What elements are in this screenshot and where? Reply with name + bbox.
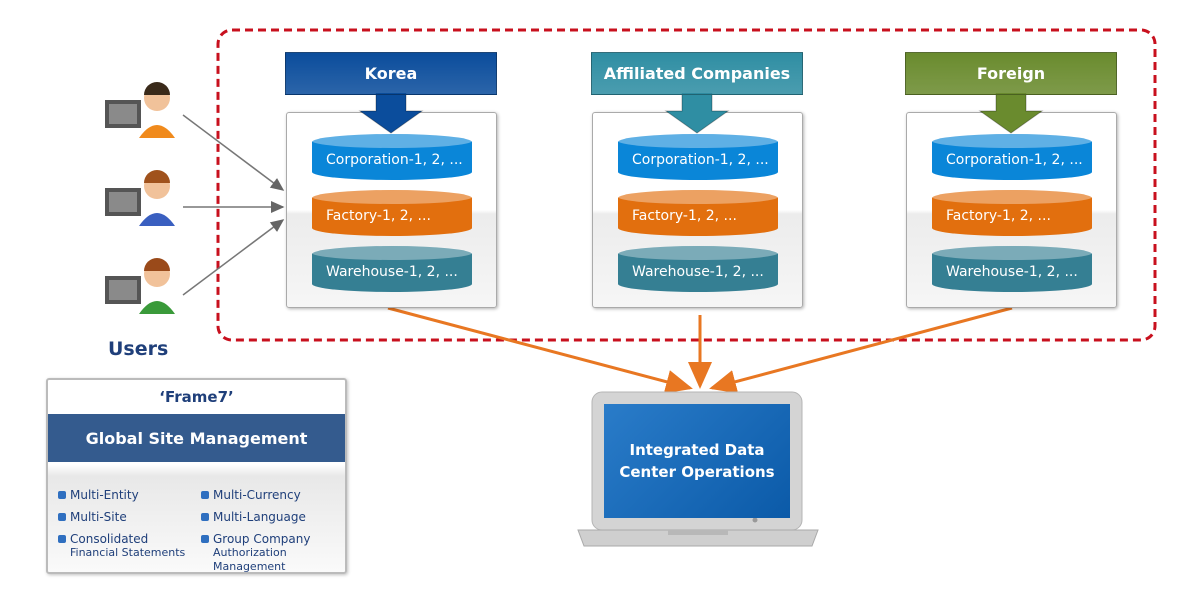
region-header: Korea [285, 52, 497, 95]
cylinder-label: Factory-1, 2, ... [632, 208, 737, 224]
feature-item: Group Company Authorization Management [201, 532, 345, 574]
corporation-cylinder: Corporation-1, 2, ... [618, 134, 778, 180]
feature-item: Multi-Currency [201, 488, 301, 502]
cylinder-label: Factory-1, 2, ... [946, 208, 1051, 224]
cylinder-label: Corporation-1, 2, ... [632, 152, 769, 168]
frame7-panel: ‘Frame7’ Global Site Management Multi-En… [46, 378, 347, 574]
data-center-screen: Integrated Data Center Operations [604, 404, 790, 518]
frame-band: Global Site Management [48, 414, 345, 462]
corporation-cylinder: Corporation-1, 2, ... [312, 134, 472, 180]
cylinder-label: Warehouse-1, 2, ... [946, 264, 1078, 280]
cylinder-label: Factory-1, 2, ... [326, 208, 431, 224]
warehouse-cylinder: Warehouse-1, 2, ... [312, 246, 472, 292]
warehouse-cylinder: Warehouse-1, 2, ... [618, 246, 778, 292]
region-panel: Corporation-1, 2, ... Factory-1, 2, ... Wa… [906, 112, 1117, 308]
feature-item: Multi-Language [201, 510, 306, 524]
corporation-cylinder: Corporation-1, 2, ... [932, 134, 1092, 180]
feature-item: Multi-Site [58, 510, 127, 524]
region-header: Affiliated Companies [591, 52, 803, 95]
cylinder-label: Corporation-1, 2, ... [946, 152, 1083, 168]
down-arrow-icon [978, 93, 1044, 134]
feature-item: Consolidated Financial Statements [58, 532, 185, 560]
users-label: Users [108, 338, 169, 360]
factory-cylinder: Factory-1, 2, ... [618, 190, 778, 236]
factory-cylinder: Factory-1, 2, ... [932, 190, 1092, 236]
factory-cylinder: Factory-1, 2, ... [312, 190, 472, 236]
cylinder-label: Warehouse-1, 2, ... [632, 264, 764, 280]
region-panel: Corporation-1, 2, ... Factory-1, 2, ... Wa… [286, 112, 497, 308]
down-arrow-icon [358, 93, 424, 134]
down-arrow-icon [664, 93, 730, 134]
cylinder-label: Warehouse-1, 2, ... [326, 264, 458, 280]
region-header: Foreign [905, 52, 1117, 95]
feature-item: Multi-Entity [58, 488, 139, 502]
region-panel: Corporation-1, 2, ... Factory-1, 2, ... Wa… [592, 112, 803, 308]
frame-title: ‘Frame7’ [159, 388, 234, 406]
warehouse-cylinder: Warehouse-1, 2, ... [932, 246, 1092, 292]
user-icons [105, 82, 175, 314]
cylinder-label: Corporation-1, 2, ... [326, 152, 463, 168]
